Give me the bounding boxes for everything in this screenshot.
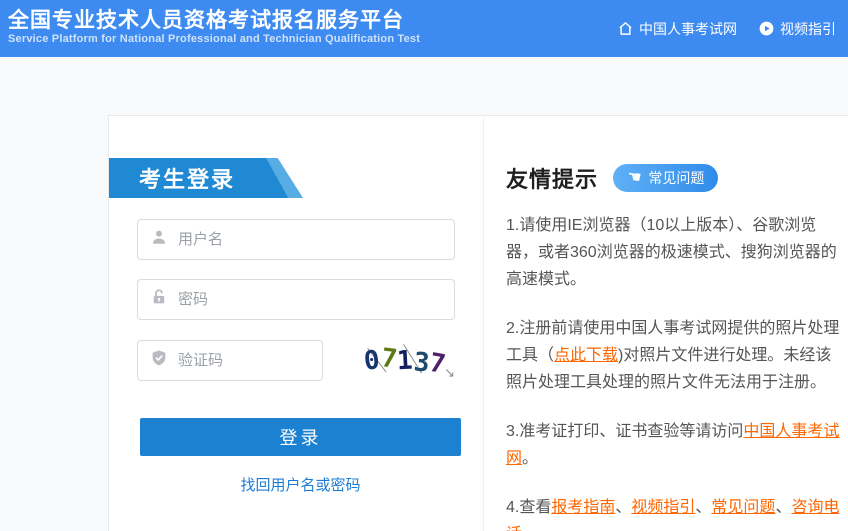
tip-link[interactable]: 常见问题 [711, 499, 775, 516]
tip-text: 1.请使用IE浏览器（10以上版本）、谷歌浏览器，或者360浏览器的极速模式、搜… [506, 217, 837, 288]
tip-text: 。 [522, 526, 538, 531]
login-panel-title: 考生登录 [139, 158, 235, 198]
captcha-image[interactable]: ↘ 07137 [352, 339, 458, 382]
header-nav: 中国人事考试网 视频指引 [618, 0, 836, 57]
lock-icon [150, 288, 168, 311]
faq-button[interactable]: ☚ 常见问题 [613, 164, 718, 192]
tip-text: 、 [695, 499, 711, 516]
nav-link-site[interactable]: 中国人事考试网 [618, 19, 737, 39]
password-input[interactable] [178, 280, 454, 319]
tips-header: 友情提示 ☚ 常见问题 [506, 162, 718, 194]
tips-title: 友情提示 [506, 162, 598, 194]
tip-text: 3.准考证打印、证书查验等请访问 [506, 423, 743, 440]
login-panel: 考生登录 ↘ 07137 登录 找回用户名或密码 [109, 116, 484, 531]
captcha-digit: 0 [363, 347, 381, 374]
login-button[interactable]: 登录 [140, 418, 461, 456]
main-card: 考生登录 ↘ 07137 登录 找回用户名或密码 [108, 115, 848, 531]
tip-paragraph: 3.准考证打印、证书查验等请访问中国人事考试网。 [506, 418, 846, 472]
tip-link[interactable]: 视频指引 [631, 499, 695, 516]
username-input[interactable] [178, 220, 454, 259]
top-header-bar: 全国专业技术人员资格考试报名服务平台 Service Platform for … [0, 0, 848, 57]
faq-button-label: 常见问题 [648, 168, 704, 188]
user-icon [150, 228, 168, 251]
down-right-arrow-glyph: ↘ [444, 367, 455, 380]
captcha-digit: 7 [379, 345, 398, 373]
tip-text: 4.查看 [506, 499, 551, 516]
tip-text: 、 [615, 499, 631, 516]
tips-list: 1.请使用IE浏览器（10以上版本）、谷歌浏览器，或者360浏览器的极速模式、搜… [506, 212, 846, 531]
nav-link-site-label: 中国人事考试网 [639, 19, 737, 39]
tip-paragraph: 1.请使用IE浏览器（10以上版本）、谷歌浏览器，或者360浏览器的极速模式、搜… [506, 212, 846, 293]
nav-link-video-label: 视频指引 [780, 19, 836, 39]
nav-link-video[interactable]: 视频指引 [759, 19, 836, 39]
play-circle-icon [759, 21, 774, 36]
tip-link[interactable]: 点此下载 [554, 347, 618, 364]
password-field[interactable] [137, 279, 455, 320]
page-subtitle: Service Platform for National Profession… [8, 33, 420, 45]
page-title: 全国专业技术人员资格考试报名服务平台 [8, 4, 404, 34]
pointing-hand-icon: ☚ [626, 169, 642, 187]
tip-link[interactable]: 报考指南 [551, 499, 615, 516]
username-field[interactable] [137, 219, 455, 260]
forgot-credentials-link[interactable]: 找回用户名或密码 [140, 474, 461, 495]
login-panel-banner: 考生登录 [109, 158, 304, 198]
home-icon [618, 21, 633, 36]
shield-check-icon [150, 349, 168, 372]
tip-text: 、 [775, 499, 791, 516]
captcha-input[interactable] [178, 341, 377, 380]
captcha-digit: 1 [397, 347, 414, 374]
captcha-field[interactable] [137, 340, 323, 381]
tip-paragraph: 4.查看报考指南、视频指引、常见问题、咨询电话。 [506, 494, 846, 531]
tip-text: 。 [522, 450, 538, 467]
tip-paragraph: 2.注册前请使用中国人事考试网提供的照片处理工具（点此下载)对照片文件进行处理。… [506, 315, 846, 396]
